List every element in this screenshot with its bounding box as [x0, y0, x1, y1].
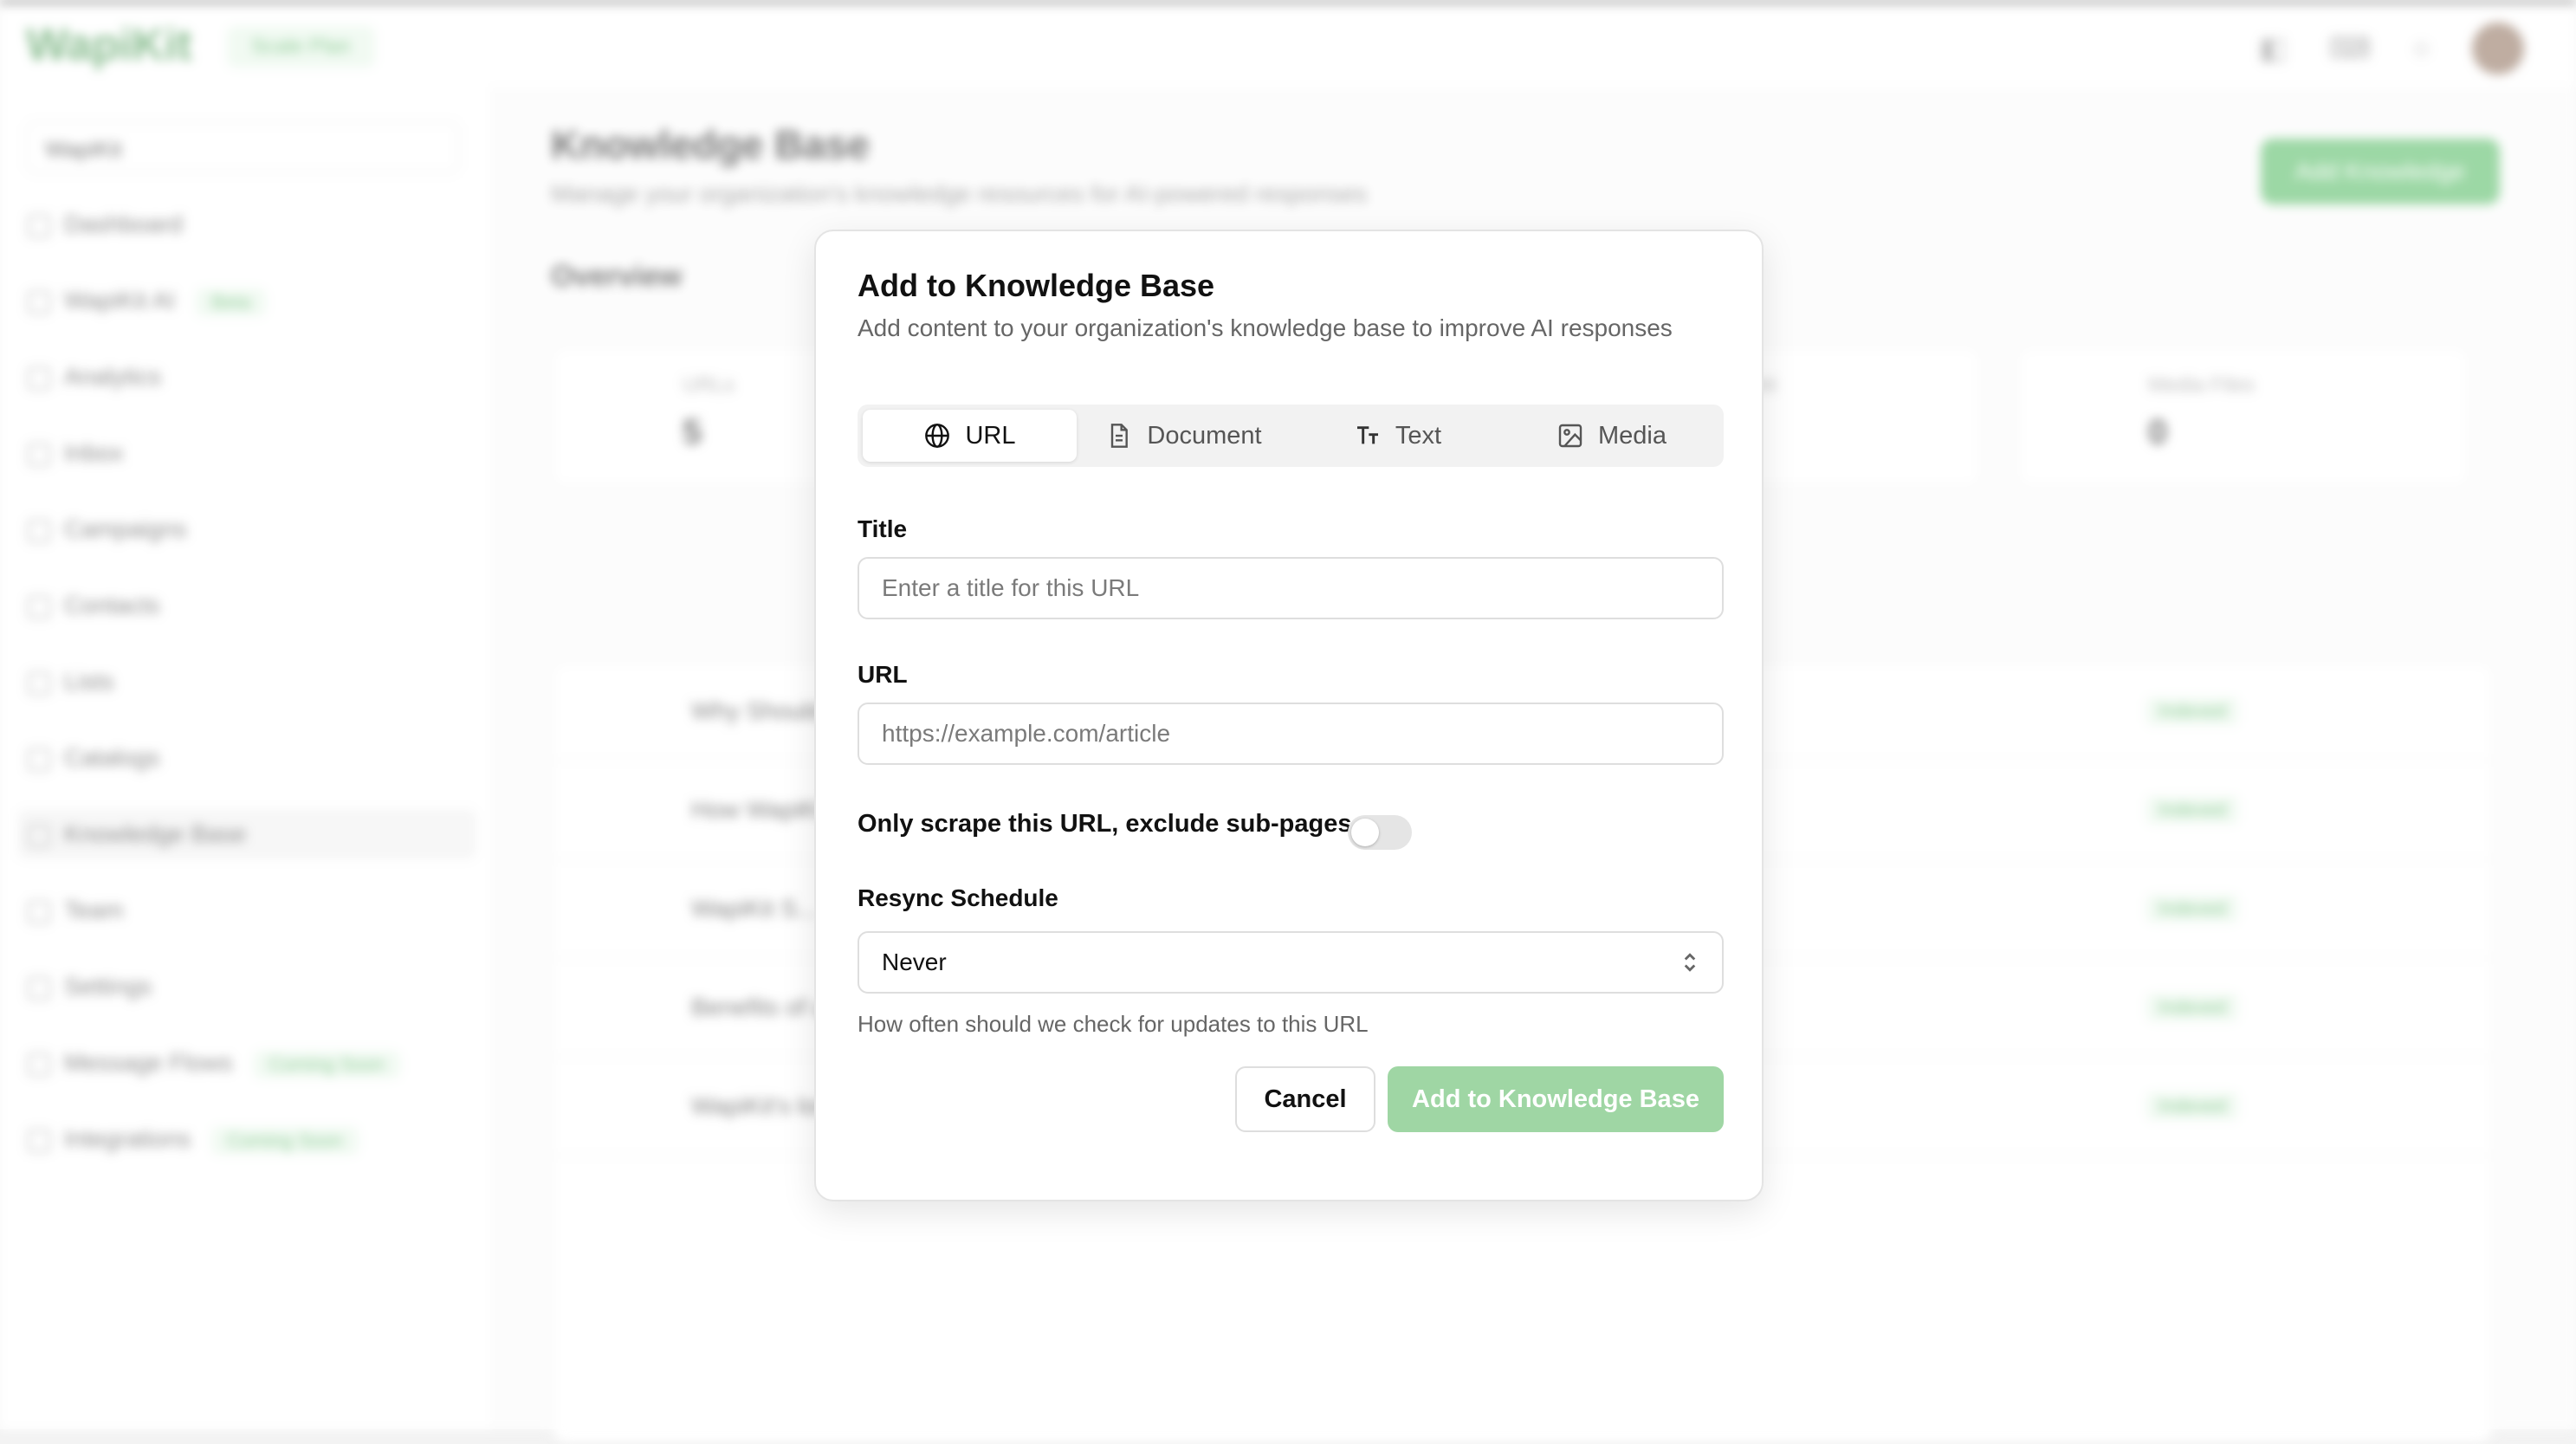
- tab-text-label: Text: [1395, 421, 1442, 450]
- scrape-toggle-label: Only scrape this URL, exclude sub-pages: [858, 810, 1352, 838]
- tab-document-label: Document: [1147, 421, 1262, 450]
- title-input[interactable]: [858, 557, 1724, 619]
- resync-schedule-label: Resync Schedule: [858, 884, 1058, 911]
- toggle-knob: [1351, 819, 1379, 846]
- tab-media-label: Media: [1598, 421, 1667, 450]
- title-field-label: Title: [858, 515, 908, 542]
- document-icon: [1111, 424, 1129, 448]
- cancel-button[interactable]: Cancel: [1235, 1066, 1375, 1132]
- scrape-only-url-toggle[interactable]: [1348, 815, 1412, 850]
- resync-schedule-select[interactable]: Never: [858, 931, 1724, 994]
- url-field-label: URL: [858, 661, 908, 688]
- globe-icon: [925, 424, 950, 448]
- image-icon: [1558, 424, 1582, 448]
- resync-selected-value: Never: [882, 949, 947, 975]
- text-icon: [1356, 426, 1378, 444]
- tab-document[interactable]: Document: [1077, 410, 1291, 462]
- tab-url[interactable]: URL: [863, 410, 1077, 462]
- tab-media[interactable]: Media: [1505, 410, 1718, 462]
- content-type-tabs: URL Document Text Media: [858, 405, 1724, 467]
- tab-text[interactable]: Text: [1291, 410, 1505, 462]
- modal-title: Add to Knowledge Base: [858, 268, 1215, 303]
- add-knowledge-modal: Add to Knowledge Base Add content to you…: [814, 230, 1764, 1201]
- url-input[interactable]: [858, 703, 1724, 765]
- tab-url-label: URL: [965, 421, 1016, 450]
- resync-hint: How often should we check for updates to…: [858, 1011, 1369, 1037]
- add-to-knowledge-base-button[interactable]: Add to Knowledge Base: [1388, 1066, 1724, 1132]
- chevron-up-down-icon: [1684, 953, 1696, 972]
- modal-description: Add content to your organization's knowl…: [858, 314, 1673, 341]
